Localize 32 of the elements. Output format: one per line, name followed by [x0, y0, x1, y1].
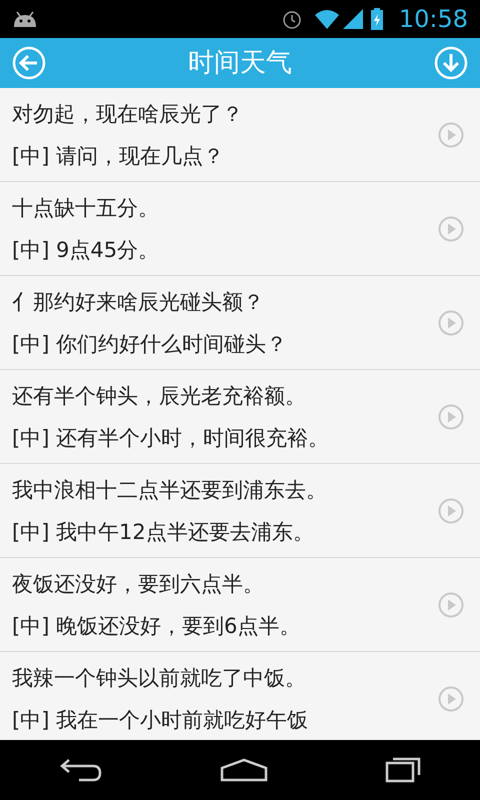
dialect-text: 十点缺十五分。 — [12, 194, 160, 222]
dialect-text: 夜饭还没好，要到六点半。 — [12, 570, 265, 598]
mandarin-text: [中] 你们约好什么时间碰头？ — [12, 330, 288, 358]
back-button[interactable] — [12, 46, 46, 80]
dialect-text: 亻那约好来啥辰光碰头额？ — [12, 288, 265, 316]
battery-icon — [370, 8, 383, 30]
dialect-text: 我中浪相十二点半还要到浦东去。 — [12, 476, 328, 504]
play-icon[interactable] — [438, 498, 464, 524]
status-time: 10:58 — [398, 4, 468, 35]
dialect-text: 我辣一个钟头以前就吃了中饭。 — [12, 664, 307, 692]
android-icon — [12, 11, 38, 27]
recents-icon[interactable] — [385, 757, 422, 783]
back-icon[interactable] — [58, 757, 103, 783]
header-title: 时间天气 — [188, 46, 292, 80]
wifi-icon — [314, 9, 339, 29]
mandarin-text: [中] 我中午12点半还要去浦东。 — [12, 518, 315, 546]
play-icon[interactable] — [438, 216, 464, 242]
home-icon[interactable] — [220, 758, 268, 782]
play-icon[interactable] — [438, 404, 464, 430]
mandarin-text: [中] 还有半个小时，时间很充裕。 — [12, 424, 330, 452]
dialect-text: 对勿起，现在啥辰光了？ — [12, 100, 244, 128]
mandarin-text: [中] 9点45分。 — [12, 236, 160, 264]
play-icon[interactable] — [438, 122, 464, 148]
play-icon[interactable] — [438, 310, 464, 336]
play-icon[interactable] — [438, 592, 464, 618]
mandarin-text: [中] 请问，现在几点？ — [12, 142, 226, 170]
signal-icon — [342, 9, 363, 29]
download-button[interactable] — [434, 46, 468, 80]
mandarin-text: [中] 我在一个小时前就吃好午饭 — [12, 706, 310, 734]
play-icon[interactable] — [438, 686, 464, 712]
mandarin-text: [中] 晚饭还没好，要到6点半。 — [12, 612, 302, 640]
dialect-text: 还有半个钟头，辰光老充裕额。 — [12, 382, 307, 410]
